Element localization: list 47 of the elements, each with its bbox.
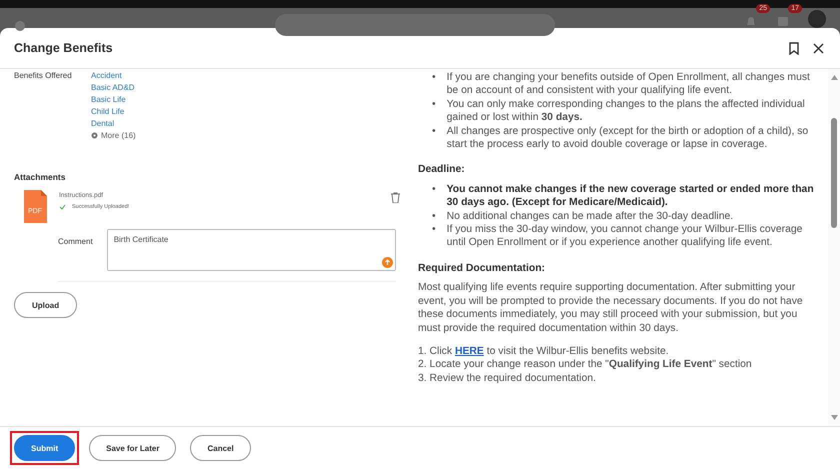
footer-button[interactable]: Save for Later — [89, 435, 176, 461]
check-icon — [59, 204, 66, 210]
benefit-link[interactable]: Accident — [91, 71, 136, 80]
bullet-text: All changes are prospective only (except for the birth or adoption of a child), so start the process early to avoid double coverage or lapse in coverage. — [446, 124, 810, 152]
submit-button[interactable]: Submit — [14, 435, 76, 461]
upload-button[interactable]: Upload — [14, 292, 78, 318]
avatar[interactable] — [808, 10, 826, 28]
dialog-title: Change Benefits — [14, 41, 114, 55]
bullet-marker: • — [432, 124, 436, 139]
bullet-marker: • — [432, 182, 436, 197]
benefit-link[interactable]: Child Life — [91, 107, 136, 116]
more-button[interactable]: More (16) — [91, 131, 136, 140]
here-link[interactable]: HERE — [454, 346, 484, 357]
footer-button[interactable]: Cancel — [190, 435, 251, 461]
paragraph: Most qualifying life events require supporting documentation. After submitting your event, you will be prompted to provide the necessary documents. If you do not have these documents immediately, you may still proceed with your submission, but you must provide the required documentation within 30 days. — [418, 281, 804, 335]
bell-icon[interactable] — [744, 14, 758, 28]
inbox-icon[interactable] — [776, 14, 790, 28]
bookmark-icon[interactable] — [787, 40, 801, 56]
bullet-text: You cannot make changes if the new coverage started or ended more than 30 days ago. (Except for Medicare/Medicaid). — [446, 182, 815, 210]
comment-label: Comment — [58, 236, 93, 246]
scrollbar[interactable] — [828, 69, 840, 426]
bullet-marker: • — [432, 223, 436, 238]
bullet-text: If you miss the 30-day window, you cannot change your Wilbur-Ellis coverage until Open Enrollment or if you experience another qualifying life event. — [446, 223, 804, 250]
attachments-heading: Attachments — [14, 172, 66, 182]
scroll-up-icon[interactable] — [830, 75, 838, 80]
section-heading: Deadline: — [418, 163, 466, 177]
search-field[interactable] — [275, 14, 555, 36]
bullet-marker: • — [432, 98, 436, 112]
bullet-text: If you are changing your benefits outside of Open Enrollment, all changes must be on account of and consistent with your qualifying life event. — [446, 71, 811, 98]
section-heading: Required Documentation: — [418, 262, 546, 276]
logo-icon — [14, 20, 26, 32]
step-text: 1. Click HERE to visit the Wilbur-Ellis benefits website. — [418, 344, 670, 358]
step-text: 2. Locate your change reason under the "Qualifying Life Event" section — [418, 358, 753, 372]
scroll-down-icon[interactable] — [830, 415, 838, 420]
bullet-text: No additional changes can be made after the 30-day deadline. — [446, 210, 734, 224]
bullet-text: You can only make corresponding changes to the plans the affected individual gained or lost within 30 days. — [446, 98, 806, 125]
arrow-up-icon[interactable] — [382, 257, 393, 268]
benefit-link[interactable]: Basic Life — [91, 95, 136, 104]
close-icon[interactable] — [811, 40, 826, 56]
step-text: 3. Review the required documentation. — [418, 372, 597, 386]
benefit-link[interactable]: Basic AD&D — [91, 83, 136, 92]
benefits-label: Benefits Offered — [14, 71, 73, 82]
bullet-marker: • — [432, 210, 436, 224]
benefit-link[interactable]: Dental — [91, 119, 136, 128]
bullet-marker: • — [432, 71, 436, 85]
comment-field[interactable]: Birth Certificate — [106, 229, 396, 271]
trash-icon[interactable] — [389, 190, 402, 205]
